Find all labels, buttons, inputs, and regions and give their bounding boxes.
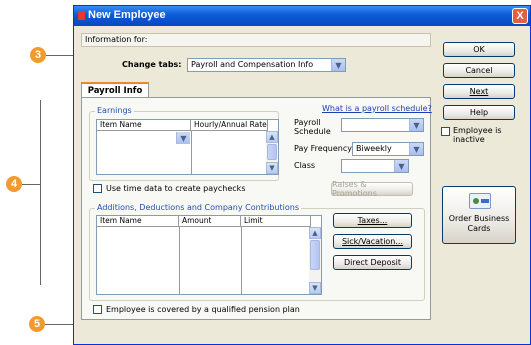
- pension-plan-checkbox[interactable]: [93, 305, 102, 314]
- dropdown-arrow-icon[interactable]: ▼: [394, 160, 408, 172]
- dropdown-arrow-icon[interactable]: ▼: [176, 132, 190, 144]
- order-business-cards-button[interactable]: Order Business Cards: [442, 186, 516, 244]
- additions-col-divider-1: [179, 227, 180, 294]
- ok-button[interactable]: OK: [443, 42, 515, 57]
- earnings-scroll-thumb[interactable]: [267, 144, 277, 160]
- business-cards-line2: Cards: [467, 224, 491, 233]
- pay-frequency-label: Pay Frequency: [294, 144, 352, 153]
- callout-3: 3: [30, 47, 46, 63]
- business-card-icon: [469, 193, 491, 209]
- scroll-up-icon[interactable]: ▲: [309, 227, 321, 239]
- employee-inactive-label-2: inactive: [453, 135, 485, 144]
- pay-frequency-value: Biweekly: [356, 144, 392, 153]
- change-tabs-value: Payroll and Compensation Info: [191, 60, 314, 69]
- change-tabs-label: Change tabs:: [122, 60, 182, 69]
- payroll-schedule-help-link[interactable]: What is a payroll schedule?: [322, 104, 432, 113]
- earnings-col-divider: [191, 131, 192, 174]
- additions-scroll-thumb[interactable]: [310, 240, 320, 270]
- pay-frequency-dropdown[interactable]: Biweekly ▼: [352, 142, 424, 156]
- window-title: New Employee: [88, 9, 166, 21]
- earnings-col-item-name: Item Name: [97, 120, 191, 131]
- use-time-data-label: Use time data to create paychecks: [106, 184, 246, 193]
- earnings-table[interactable]: Item Name Hourly/Annual Rate ▼ ▲ ▼: [96, 119, 279, 175]
- change-tabs-dropdown[interactable]: Payroll and Compensation Info ▼: [187, 58, 346, 72]
- callout-5: 5: [29, 316, 45, 332]
- app-icon: [78, 11, 85, 20]
- scroll-down-icon[interactable]: ▼: [266, 162, 278, 174]
- next-button[interactable]: Next: [443, 84, 515, 99]
- earnings-scrollbar[interactable]: ▲ ▼: [266, 131, 278, 174]
- use-time-data-checkbox[interactable]: [93, 184, 102, 193]
- additions-col-amount: Amount: [179, 216, 241, 227]
- earnings-item-dropdown[interactable]: ▼: [98, 132, 190, 145]
- dropdown-arrow-icon[interactable]: ▼: [331, 59, 345, 71]
- help-button[interactable]: Help: [443, 105, 515, 120]
- earnings-legend: Earnings: [95, 106, 134, 115]
- scroll-up-icon[interactable]: ▲: [266, 131, 278, 143]
- additions-col-divider-2: [241, 227, 242, 294]
- class-dropdown[interactable]: ▼: [341, 159, 409, 173]
- direct-deposit-button[interactable]: Direct Deposit: [333, 255, 412, 270]
- scroll-down-icon[interactable]: ▼: [309, 282, 321, 294]
- additions-scrollbar[interactable]: ▲ ▼: [309, 227, 321, 294]
- additions-legend: Additions, Deductions and Company Contri…: [95, 203, 301, 212]
- additions-table[interactable]: Item Name Amount Limit ▲ ▼: [96, 215, 322, 295]
- dropdown-arrow-icon[interactable]: ▼: [409, 119, 423, 131]
- class-label: Class: [294, 161, 316, 170]
- cancel-button[interactable]: Cancel: [443, 63, 515, 78]
- close-icon[interactable]: X: [512, 8, 528, 24]
- info-for-field: Information for:: [81, 33, 431, 47]
- dropdown-arrow-icon[interactable]: ▼: [409, 143, 423, 155]
- employee-inactive-label-1: Employee is: [453, 126, 502, 135]
- pension-plan-label: Employee is covered by a qualified pensi…: [106, 305, 300, 314]
- callout-4-leader: [22, 184, 40, 185]
- payroll-schedule-dropdown[interactable]: ▼: [341, 118, 424, 132]
- raises-promotions-button[interactable]: Raises & Promotions: [331, 180, 413, 198]
- earnings-col-rate: Hourly/Annual Rate: [191, 120, 268, 131]
- employee-inactive-checkbox[interactable]: [441, 127, 450, 136]
- payroll-schedule-label-2: Schedule: [294, 127, 331, 136]
- tab-payroll-info[interactable]: Payroll Info: [81, 82, 149, 98]
- new-employee-window: New Employee X Information for: Change t…: [73, 5, 531, 345]
- additions-col-limit: Limit: [241, 216, 311, 227]
- payroll-info-panel: Earnings Item Name Hourly/Annual Rate ▼ …: [81, 97, 432, 320]
- title-bar[interactable]: New Employee X: [74, 6, 530, 26]
- sick-vacation-button[interactable]: Sick/Vacation...: [333, 234, 412, 249]
- payroll-schedule-label-1: Payroll: [294, 118, 321, 127]
- callout-4: 4: [6, 176, 22, 192]
- additions-col-item-name: Item Name: [97, 216, 179, 227]
- taxes-button[interactable]: Taxes...: [333, 213, 412, 228]
- callout-4-bracket: [40, 100, 41, 285]
- business-cards-line1: Order Business: [448, 214, 510, 223]
